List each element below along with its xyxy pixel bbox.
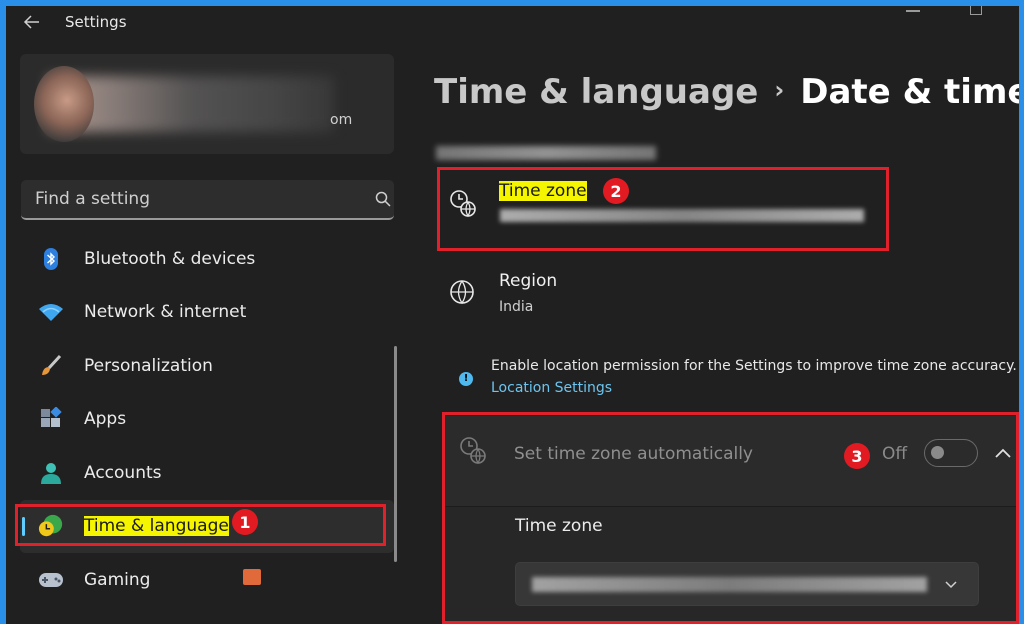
profile-card[interactable]: om — [20, 54, 394, 154]
sidebar-item-label: Accounts — [84, 462, 162, 483]
search-icon[interactable] — [375, 191, 391, 207]
profile-email: om — [330, 112, 353, 128]
annotation-badge-3: 3 — [844, 443, 870, 469]
sidebar-item-label: Bluetooth & devices — [84, 248, 256, 269]
sidebar-item-label: Personalization — [84, 355, 213, 376]
region-title: Region — [499, 271, 558, 291]
person-icon — [38, 460, 64, 486]
region-value: India — [499, 299, 534, 315]
settings-window: Settings om Bluetooth & devices Network … — [6, 6, 1019, 624]
search-box — [21, 180, 394, 220]
sidebar-item-network[interactable]: Network & internet — [20, 286, 394, 340]
globe-icon — [448, 278, 478, 308]
location-info-text: Enable location permission for the Setti… — [491, 358, 1017, 374]
sidebar-item-gaming[interactable]: Gaming — [20, 553, 394, 607]
sidebar-item-apps[interactable]: Apps — [20, 393, 394, 585]
sidebar-item-bluetooth[interactable]: Bluetooth & devices — [20, 232, 394, 286]
minimize-button[interactable] — [906, 10, 920, 12]
info-icon: ! — [459, 372, 473, 386]
apps-icon — [38, 406, 64, 432]
paintbrush-icon — [38, 353, 64, 379]
breadcrumb: Time & language › Date & time — [434, 72, 1019, 112]
sidebar-scrollbar[interactable] — [394, 346, 397, 562]
location-settings-link[interactable]: Location Settings — [491, 380, 612, 396]
page-title: Date & time — [800, 72, 1019, 112]
back-arrow-icon — [23, 15, 39, 29]
maximize-button[interactable] — [970, 6, 982, 15]
sidebar-item-label: Gaming — [84, 569, 151, 590]
annotation-badge-2: 2 — [603, 178, 629, 204]
title-bar: Settings — [6, 6, 1019, 38]
sidebar-nav: Bluetooth & devices Network & internet P… — [20, 232, 394, 607]
breadcrumb-separator: › — [774, 76, 785, 104]
app-title: Settings — [65, 13, 127, 31]
back-button[interactable] — [20, 10, 44, 34]
sidebar-item-accounts[interactable]: Accounts — [20, 446, 394, 500]
breadcrumb-parent[interactable]: Time & language — [434, 72, 758, 112]
current-date-redacted — [436, 146, 656, 160]
gamepad-icon — [38, 567, 64, 593]
annotation-box-1 — [15, 504, 386, 546]
wifi-icon — [38, 299, 64, 325]
annotation-box-2 — [437, 167, 889, 251]
sidebar-item-personalization[interactable]: Personalization — [20, 339, 394, 393]
avatar — [34, 66, 94, 142]
sidebar-item-label: Network & internet — [84, 302, 247, 323]
annotation-box-3 — [442, 412, 1019, 624]
annotation-badge-1: 1 — [232, 509, 258, 535]
search-input[interactable] — [21, 180, 351, 218]
bluetooth-icon — [38, 246, 64, 272]
sidebar-item-label: Apps — [84, 409, 127, 430]
